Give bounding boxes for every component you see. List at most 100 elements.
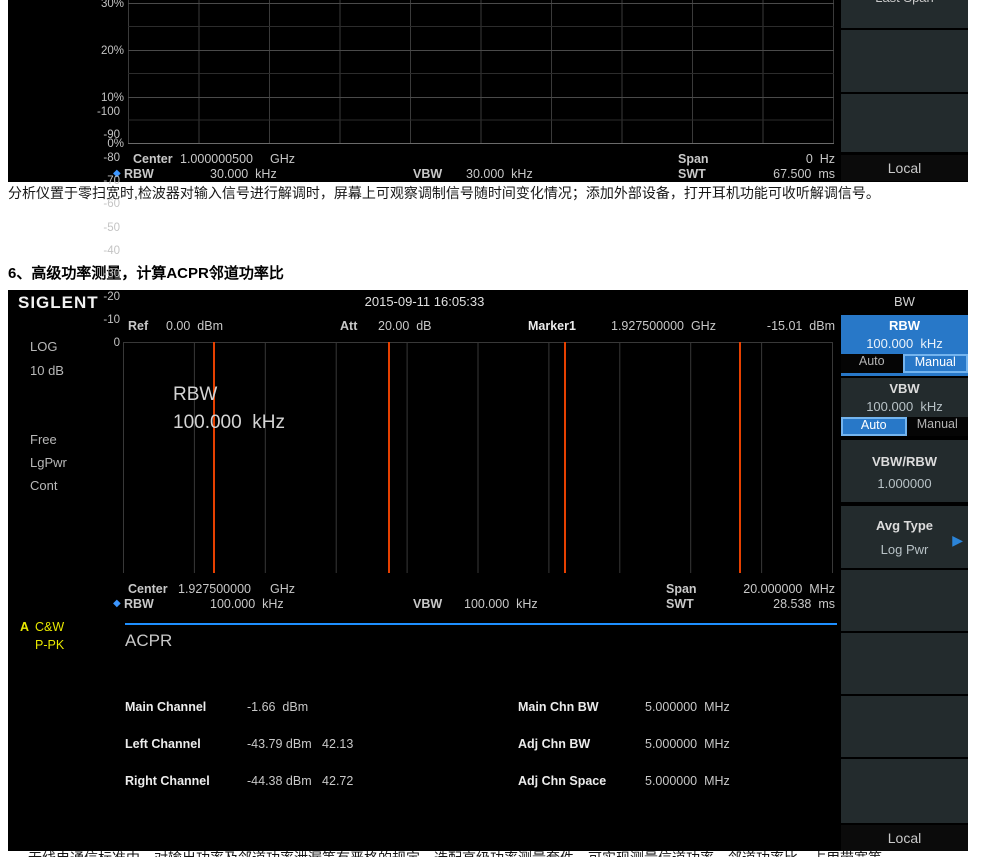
softkey-rbw[interactable]: RBW 100.000 kHz Auto Manual bbox=[841, 315, 968, 373]
trace-cw-flag: C&W bbox=[35, 620, 65, 634]
s1-swt-label: SWT bbox=[678, 167, 706, 181]
s1-y-axis-labels: 30% 20% 10% 0% bbox=[92, 0, 124, 150]
acpr-divider bbox=[125, 623, 837, 625]
s2-y-tick: -40 bbox=[103, 244, 120, 257]
vbw-auto-option[interactable]: Auto bbox=[841, 417, 907, 436]
log-scale-label: LOG bbox=[30, 339, 58, 354]
s2-swt-label: SWT bbox=[666, 597, 694, 611]
s1-softkey-last-span[interactable]: Last Span bbox=[841, 0, 968, 28]
marker-freq: 1.927500000 GHz bbox=[611, 319, 716, 333]
acpr-main-bw-label: Main Chn BW bbox=[518, 700, 599, 714]
acpr-main-bw-value: 5.000000 MHz bbox=[645, 700, 730, 714]
trigger-free-label: Free bbox=[30, 432, 57, 447]
s2-y-tick: -60 bbox=[103, 198, 120, 211]
s1-swt-value: 67.500 ms bbox=[773, 167, 835, 181]
s1-center-value: 1.000000500 bbox=[180, 152, 253, 166]
trace-ppk-flag: P-PK bbox=[35, 638, 65, 652]
s2-y-tick: -80 bbox=[103, 152, 120, 165]
s2-rbw-diamond-icon: ◆ bbox=[113, 598, 121, 609]
s2-y-tick: -30 bbox=[103, 267, 120, 280]
s2-y-tick: -100 bbox=[96, 106, 120, 118]
s1-plot-grid bbox=[128, 0, 834, 144]
section-heading: 6、高级功率测量，计算ACPR邻道功率比 bbox=[8, 265, 284, 282]
s2-swt-value: 28.538 ms bbox=[773, 597, 835, 611]
s1-vbw-value: 30.000 kHz bbox=[466, 167, 533, 181]
softkey-blank-3 bbox=[841, 696, 968, 757]
s1-rbw-label: RBW bbox=[124, 167, 154, 181]
acpr-title: ACPR bbox=[125, 631, 173, 650]
rbw-manual-option[interactable]: Manual bbox=[902, 354, 968, 373]
s1-center-unit: GHz bbox=[270, 152, 295, 166]
softkey-vbw[interactable]: VBW 100.000 kHz Auto Manual bbox=[841, 378, 968, 436]
s2-y-tick: -20 bbox=[103, 290, 120, 303]
marker-label: Marker1 bbox=[528, 319, 576, 333]
s1-local-button[interactable]: Local bbox=[841, 155, 968, 181]
screenshot-acpr: SIGLENT 2015-09-11 16:05:33 Ref 0.00 dBm… bbox=[8, 106, 968, 851]
att-value: 20.00 dB bbox=[378, 319, 432, 333]
softkey-ratio-value: 1.000000 bbox=[877, 476, 932, 491]
vbw-manual-option[interactable]: Manual bbox=[906, 417, 968, 436]
db-per-div-label: 10 dB bbox=[30, 363, 64, 378]
acpr-adj-space-label: Adj Chn Space bbox=[518, 774, 607, 788]
s2-span-value: 20.000000 MHz bbox=[743, 582, 835, 596]
ref-label: Ref bbox=[128, 319, 149, 333]
s1-rbw-value: 30.000 kHz bbox=[210, 167, 277, 181]
s1-y-tick: 20% bbox=[100, 45, 124, 57]
s1-center-label: Center bbox=[133, 152, 173, 166]
softkey-vbw-value: 100.000 kHz bbox=[866, 399, 943, 414]
acpr-right-channel-value: -44.38 dBm 42.72 bbox=[247, 774, 354, 788]
s1-vbw-label: VBW bbox=[413, 167, 443, 181]
s2-center-label: Center bbox=[128, 582, 168, 596]
s2-center-unit: GHz bbox=[270, 582, 295, 596]
ref-value: 0.00 dBm bbox=[166, 319, 223, 333]
acpr-main-channel-value: -1.66 dBm bbox=[247, 700, 309, 714]
rbw-auto-manual-toggle: Auto Manual bbox=[841, 354, 968, 373]
s1-span-label: Span bbox=[678, 152, 709, 166]
softkey-avg-title: Avg Type bbox=[875, 518, 934, 533]
att-label: Att bbox=[340, 319, 358, 333]
s1-span-value: 0 Hz bbox=[805, 152, 835, 166]
submenu-arrow-icon: ▶ bbox=[952, 532, 963, 548]
rbw-auto-option[interactable]: Auto bbox=[841, 354, 903, 373]
softkey-vbw-title: VBW bbox=[889, 381, 920, 396]
s2-y-axis-labels: 0 -10 -20 -30 -40 -50 -60 -70 -80 -90 -100 bbox=[86, 106, 120, 573]
softkey-rbw-title: RBW bbox=[888, 318, 921, 333]
manual-page: 30% 20% 10% 0% Center 1.000000500 GHz Span … bbox=[0, 0, 984, 857]
s2-y-tick: -50 bbox=[103, 221, 120, 234]
softkey-vbw-rbw-ratio[interactable]: VBW/RBW 1.000000 bbox=[841, 440, 968, 502]
s2-y-tick: 0 bbox=[113, 337, 120, 349]
acpr-adj-space-value: 5.000000 MHz bbox=[645, 774, 730, 788]
s2-rbw-value: 100.000 kHz bbox=[210, 597, 284, 611]
softkey-blank-2 bbox=[841, 633, 968, 694]
acpr-right-channel-label: Right Channel bbox=[125, 774, 210, 788]
s2-softkey-menu: BW RBW 100.000 kHz Auto Manual VBW 100.0… bbox=[841, 290, 968, 851]
acpr-main-channel-label: Main Channel bbox=[125, 700, 207, 714]
sweep-cont-label: Cont bbox=[30, 478, 58, 493]
trace-a-flag: A bbox=[20, 620, 30, 634]
s2-rbw-label: RBW bbox=[124, 597, 154, 611]
s2-span-label: Span bbox=[666, 582, 697, 596]
menu-header-bw: BW bbox=[894, 294, 915, 309]
acpr-left-channel-value: -43.79 dBm 42.13 bbox=[247, 737, 354, 751]
s2-y-tick: -90 bbox=[103, 129, 120, 142]
acpr-adj-bw-value: 5.000000 MHz bbox=[645, 737, 730, 751]
s2-vbw-value: 100.000 kHz bbox=[464, 597, 538, 611]
bottom-paragraph-clipped: 无线电通信标准中，对输出功率及邻道功率泄漏等有严格的规定，选配高级功率测量套件，… bbox=[8, 848, 976, 857]
avg-lgpwr-label: LgPwr bbox=[30, 455, 67, 470]
softkey-rbw-value: 100.000 kHz bbox=[866, 336, 943, 351]
spectrum-plot: 1 bbox=[123, 342, 833, 573]
softkey-blank-1 bbox=[841, 570, 968, 631]
vbw-auto-manual-toggle: Auto Manual bbox=[841, 417, 968, 436]
softkey-avg-value: Log Pwr bbox=[880, 542, 929, 557]
acpr-left-channel-label: Left Channel bbox=[125, 737, 201, 751]
s1-softkey-menu: Last Span Local bbox=[841, 0, 968, 182]
s1-last-span-label: Last Span bbox=[841, 0, 968, 5]
datetime: 2015-09-11 16:05:33 bbox=[364, 294, 485, 309]
s2-center-value: 1.927500000 bbox=[178, 582, 251, 596]
s1-y-tick: 30% bbox=[100, 0, 124, 10]
s1-softkey-blank-1 bbox=[841, 30, 968, 92]
s2-vbw-label: VBW bbox=[413, 597, 443, 611]
softkey-avg-type[interactable]: Avg Type Log Pwr ▶ bbox=[841, 506, 968, 568]
body-paragraph: 分析仪置于零扫宽时,检波器对输入信号进行解调时，屏幕上可观察调制信号随时间变化情… bbox=[8, 185, 880, 201]
rbw-selected-underline bbox=[841, 373, 968, 376]
